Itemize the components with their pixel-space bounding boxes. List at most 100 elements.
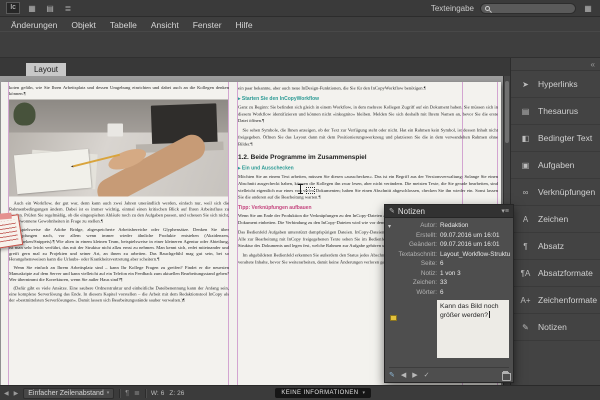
- paragraph[interactable]: (Dafür gibt es viele Ansätze. Eine saube…: [9, 286, 229, 304]
- field-value: 6: [440, 288, 444, 296]
- panel-label: Absatz: [538, 241, 564, 251]
- note-metadata: Autor: Redaktion Erstellt: 09.07.2016 um…: [396, 221, 510, 297]
- lines-tool-icon[interactable]: ≣: [62, 4, 74, 13]
- menu-aenderungen[interactable]: Änderungen: [4, 20, 64, 30]
- panel-button-zeichen[interactable]: A Zeichen: [511, 206, 600, 233]
- incopy-app: Ic ▦ ▤ ≣ Texteingabe ▦ Änderungen Objekt…: [0, 0, 600, 400]
- panel-label: Zeichenformate: [538, 295, 598, 305]
- section-heading[interactable]: 1.2. Beide Programme im Zusammenspiel: [238, 152, 498, 162]
- paragraph[interactable]: koten gefäln, wie Sie Ihren Arbeitsplatz…: [9, 85, 229, 97]
- line-count: Z: 26: [169, 390, 184, 397]
- paragraph[interactable]: Wenn Sie einfach an Ihrem Arbeitsplatz s…: [9, 265, 229, 283]
- thesaurus-icon: ▤: [521, 106, 530, 116]
- heading-teal[interactable]: Starten Sie den InCopyWorkflow: [238, 95, 498, 103]
- panel-button-thesaurus[interactable]: ▤ Thesaurus: [511, 98, 600, 125]
- field-autor: Autor: Redaktion: [396, 221, 510, 231]
- panel-button-zeichenformate[interactable]: A+ Zeichenformate: [511, 287, 600, 314]
- paragraph-marks-icon[interactable]: ¶: [125, 390, 129, 397]
- previous-page-icon[interactable]: ◀: [4, 390, 9, 397]
- workspace-icon[interactable]: ▦: [582, 4, 594, 13]
- text-column-left[interactable]: koten gefäln, wie Sie Ihren Arbeitsplatz…: [9, 85, 229, 383]
- field-value: 6: [440, 260, 444, 268]
- field-geaendert: Geändert: 09.07.2016 um 16:01: [396, 240, 510, 250]
- grid-tool-icon[interactable]: ▦: [26, 4, 38, 13]
- stat-value: 26: [177, 389, 185, 397]
- panel-label: Verknüpfungen: [538, 187, 596, 197]
- next-note-button[interactable]: ▶: [412, 371, 417, 379]
- convert-note-button[interactable]: ✓: [424, 371, 430, 379]
- paragraph[interactable]: Ganz zu Beginn: Sie befinden sich gleich…: [238, 104, 498, 125]
- leading-dropdown[interactable]: Einfacher Zeilenabstand ▾: [23, 387, 115, 399]
- note-icon: ✎: [389, 208, 395, 215]
- disclosure-triangle-icon[interactable]: ▾: [388, 223, 391, 230]
- paragraph[interactable]: Beispielsweise die Adobe Bridge, abgespe…: [9, 227, 229, 263]
- notes-panel-header[interactable]: ✎ Notizen ▾≡: [385, 205, 513, 218]
- panel-dock: « ➤ Hyperlinks ▤ Thesaurus ◧ Bedingter T…: [510, 58, 600, 385]
- info-badge[interactable]: KEINE INFORMATIONEN ▾: [275, 388, 372, 398]
- menu-fenster[interactable]: Fenster: [186, 20, 229, 30]
- search-box[interactable]: [480, 2, 576, 14]
- panel-button-absatz[interactable]: ¶ Absatz: [511, 233, 600, 260]
- panel-menu-icon[interactable]: ▾≡: [501, 207, 509, 215]
- panel-label: Absatzformate: [538, 268, 593, 278]
- sticky-note-lines: [0, 219, 19, 245]
- field-label: Notiz:: [420, 269, 437, 277]
- menu-objekt[interactable]: Objekt: [64, 20, 103, 30]
- new-note-button[interactable]: ✎: [389, 371, 395, 379]
- field-label: Autor:: [420, 222, 437, 230]
- statusbar: ◀ ▶ Einfacher Zeilenabstand ▾ ¶ ≣ W: 6 Z…: [0, 385, 600, 400]
- scrollbar-thumb[interactable]: [505, 81, 509, 143]
- field-erstellt: Erstellt: 09.07.2016 um 16:01: [396, 231, 510, 241]
- photo-paper: [14, 148, 92, 194]
- notes-panel-title: Notizen: [397, 206, 425, 216]
- paragraph[interactable]: Sie sehen Symbole, die Ihnen anzeigen, o…: [238, 127, 498, 148]
- menu-tabelle[interactable]: Tabelle: [103, 20, 144, 30]
- menu-ansicht[interactable]: Ansicht: [144, 20, 186, 30]
- incopy-logo-icon: Ic: [6, 2, 20, 14]
- panel-label: Aufgaben: [538, 160, 575, 170]
- panel-button-verknuepfungen[interactable]: ∞ Verknüpfungen: [511, 179, 600, 206]
- field-woerter: Wörter: 6: [396, 288, 510, 298]
- character-icon: A: [522, 214, 529, 224]
- menu-hilfe[interactable]: Hilfe: [229, 20, 260, 30]
- delete-note-button[interactable]: [502, 370, 511, 381]
- panel-button-aufgaben[interactable]: ▣ Aufgaben: [511, 152, 600, 179]
- collapse-dock-icon[interactable]: «: [591, 60, 595, 69]
- panel-button-absatzformate[interactable]: ¶A Absatzformate: [511, 260, 600, 287]
- field-value: 09.07.2016 um 16:01: [440, 231, 500, 239]
- stat-label: Z:: [169, 389, 176, 397]
- paragraph[interactable]: ein paar bekannte, aber auch neue InDesi…: [238, 85, 498, 92]
- search-input[interactable]: [493, 4, 571, 12]
- note-anchor-icon: [390, 315, 397, 321]
- paragraph[interactable]: Möchten Sie an einem Text arbeiten, müss…: [238, 174, 498, 202]
- cursor-loaded-box: [306, 187, 315, 194]
- stat-label: W:: [150, 389, 159, 397]
- field-label: Textabschnitt:: [398, 250, 437, 258]
- info-badge-label: KEINE INFORMATIONEN: [281, 390, 359, 396]
- panel-button-hyperlinks[interactable]: ➤ Hyperlinks: [511, 71, 600, 98]
- placed-photo[interactable]: [9, 99, 228, 197]
- chevron-down-icon: ▾: [106, 390, 110, 396]
- field-label: Zeichen:: [412, 279, 437, 287]
- grid-view-icon[interactable]: ≣: [134, 389, 140, 397]
- text-caret: [488, 311, 490, 319]
- field-value: 09.07.2016 um 16:01: [440, 241, 500, 249]
- field-label: Geändert:: [408, 241, 437, 249]
- panel-button-bedingter-text[interactable]: ◧ Bedingter Text: [511, 125, 600, 152]
- tab-layout[interactable]: Layout: [26, 63, 66, 76]
- paragraph[interactable]: Auch ein Workflow, der gut war, denn kan…: [9, 200, 229, 224]
- next-page-icon[interactable]: ▶: [14, 390, 19, 397]
- panel-button-notizen[interactable]: ✎ Notizen: [511, 314, 600, 341]
- chevron-down-icon: ▾: [362, 390, 366, 396]
- previous-note-button[interactable]: ◀: [401, 371, 406, 379]
- heading-teal[interactable]: Ein und Ausschecken: [238, 165, 498, 173]
- sticky-note-tape: [0, 212, 12, 220]
- note-text-area[interactable]: Kann das Bild noch größer werden?: [437, 300, 509, 358]
- field-value: 33: [440, 279, 448, 287]
- notes-panel: ✎ Notizen ▾≡ ▾ Autor: Redaktion Erstellt…: [384, 204, 514, 383]
- pages-tool-icon[interactable]: ▤: [44, 4, 56, 13]
- links-icon: ∞: [522, 187, 529, 197]
- field-value: 1 von 3: [440, 269, 461, 277]
- assignments-icon: ▣: [521, 160, 530, 170]
- leading-value: Einfacher Zeilenabstand: [28, 389, 104, 397]
